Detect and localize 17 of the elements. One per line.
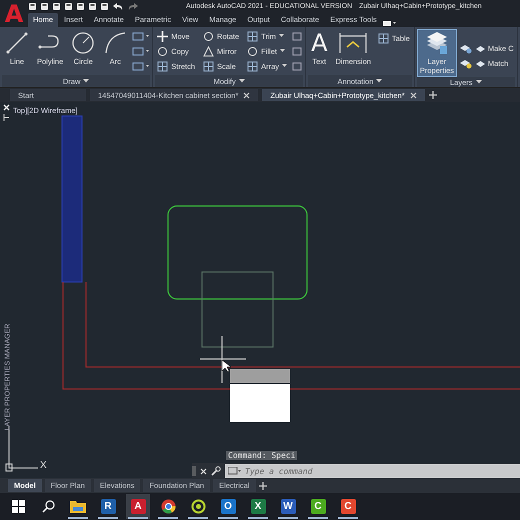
taskbar-app[interactable]: A	[126, 494, 150, 519]
taskbar-app[interactable]: R	[96, 494, 120, 519]
app-tile: X	[250, 499, 266, 514]
taskbar-app[interactable]: O	[216, 494, 240, 519]
taskbar-app[interactable]: C	[336, 494, 360, 519]
app-tile: C	[340, 499, 356, 514]
command-line-field[interactable]: Type a command	[225, 464, 520, 478]
taskbar-app[interactable]: X	[246, 494, 270, 519]
taskbar-app[interactable]: W	[276, 494, 300, 519]
axis-label: X	[40, 460, 47, 471]
app-tile: C	[310, 499, 326, 514]
text-tool-glyph: A	[311, 31, 328, 55]
app-tile: O	[220, 499, 236, 514]
app-tile: W	[280, 499, 296, 514]
command-history: Command: Speci	[226, 451, 298, 460]
app-tile: R	[100, 499, 116, 514]
app-tile: A	[130, 499, 146, 514]
